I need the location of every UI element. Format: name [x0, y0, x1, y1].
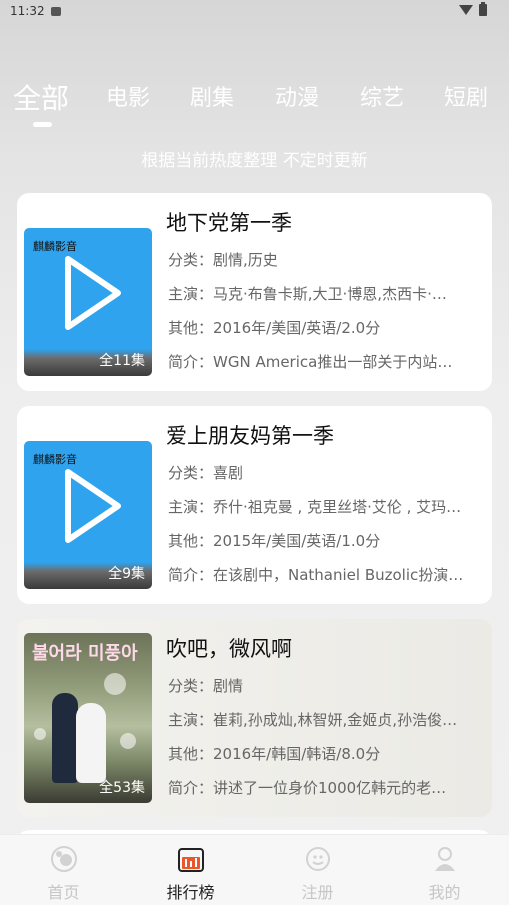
show-intro: 简介：讲述了一位身价1000亿韩元的老… [168, 779, 447, 797]
episode-count: 全9集 [108, 566, 145, 582]
show-intro: 简介：在该剧中，Nathaniel Buzolic扮演… [168, 566, 464, 584]
nav-label: 排行榜 [166, 883, 215, 902]
show-poster[interactable]: 불어라 미풍아 全53集 [24, 633, 152, 803]
notification-icon [50, 6, 61, 16]
nav-ranking[interactable]: 排行榜 [127, 835, 254, 905]
nav-label: 我的 [428, 883, 461, 902]
show-card[interactable]: 麒麟影音 全11集 地下党第一季 分类：剧情,历史 主演：马克·布鲁卡斯,大卫·… [17, 193, 492, 391]
show-category: 分类：喜剧 [168, 464, 244, 482]
status-icons [459, 2, 487, 16]
show-cast: 主演：崔莉,孙成灿,林智妍,金姬贞,孙浩俊… [168, 711, 458, 729]
show-cast: 主演：乔什·祖克曼 , 克里丝塔·艾伦 , 艾玛… [168, 498, 462, 516]
poster-brand: 麒麟影音 [33, 453, 77, 466]
play-icon [65, 469, 121, 543]
dandelion-decoration [104, 673, 126, 695]
tab-indicator [33, 122, 52, 127]
show-other-info: 其他：2016年/美国/英语/2.0分 [168, 319, 381, 337]
nav-home[interactable]: 首页 [0, 835, 127, 905]
nav-register[interactable]: 注册 [254, 835, 381, 905]
register-icon [306, 847, 330, 871]
tab-movies[interactable]: 电影 [106, 80, 150, 112]
show-other-info: 其他：2016年/韩国/韩语/8.0分 [168, 745, 381, 763]
play-icon [65, 256, 121, 330]
tab-all[interactable]: 全部 [13, 77, 69, 117]
show-title[interactable]: 地下党第一季 [166, 207, 292, 237]
tab-variety[interactable]: 综艺 [360, 80, 404, 112]
home-icon [51, 846, 77, 872]
dandelion-decoration [34, 728, 46, 740]
show-other-info: 其他：2015年/美国/英语/1.0分 [168, 532, 381, 550]
episode-count: 全53集 [99, 780, 145, 796]
show-category: 分类：剧情 [168, 677, 244, 695]
tab-anime[interactable]: 动漫 [275, 80, 319, 112]
show-category: 分类：剧情,历史 [168, 251, 278, 269]
episode-count: 全11集 [99, 353, 145, 369]
poster-title-text: 불어라 미풍아 [32, 643, 138, 664]
show-title[interactable]: 吹吧，微风啊 [166, 633, 292, 663]
dandelion-decoration [120, 733, 136, 749]
status-time: 11:32 [10, 4, 45, 18]
nav-label: 注册 [301, 883, 334, 902]
show-card[interactable]: 불어라 미풍아 全53集 吹吧，微风啊 分类：剧情 主演：崔莉,孙成灿,林智妍,… [17, 619, 492, 817]
poster-brand: 麒麟影音 [33, 240, 77, 253]
wifi-icon [459, 5, 473, 15]
nav-label: 首页 [47, 883, 80, 902]
category-tabs: 全部 电影 剧集 动漫 综艺 短剧 [0, 80, 509, 130]
show-poster[interactable]: 麒麟影音 全11集 [24, 228, 152, 376]
show-poster[interactable]: 麒麟影音 全9集 [24, 441, 152, 589]
nav-profile[interactable]: 我的 [381, 835, 508, 905]
tab-short-drama[interactable]: 短剧 [444, 80, 488, 112]
ranking-subtitle: 根据当前热度整理 不定时更新 [141, 151, 368, 171]
profile-icon [435, 847, 455, 871]
show-cast: 主演：马克·布鲁卡斯,大卫·博恩,杰西卡·… [168, 285, 447, 303]
status-bar: 11:32 [0, 0, 509, 22]
poster-figure [76, 703, 106, 783]
battery-icon [479, 2, 487, 16]
tab-series[interactable]: 剧集 [190, 80, 234, 112]
show-card[interactable]: 麒麟影音 全9集 爱上朋友妈第一季 分类：喜剧 主演：乔什·祖克曼 , 克里丝塔… [17, 406, 492, 604]
show-intro: 简介：WGN America推出一部关于内站… [168, 353, 453, 371]
poster-figure [52, 693, 78, 783]
bottom-nav: 首页 排行榜 注册 我的 [0, 834, 509, 905]
show-title[interactable]: 爱上朋友妈第一季 [166, 420, 334, 450]
ranking-icon [178, 848, 204, 872]
